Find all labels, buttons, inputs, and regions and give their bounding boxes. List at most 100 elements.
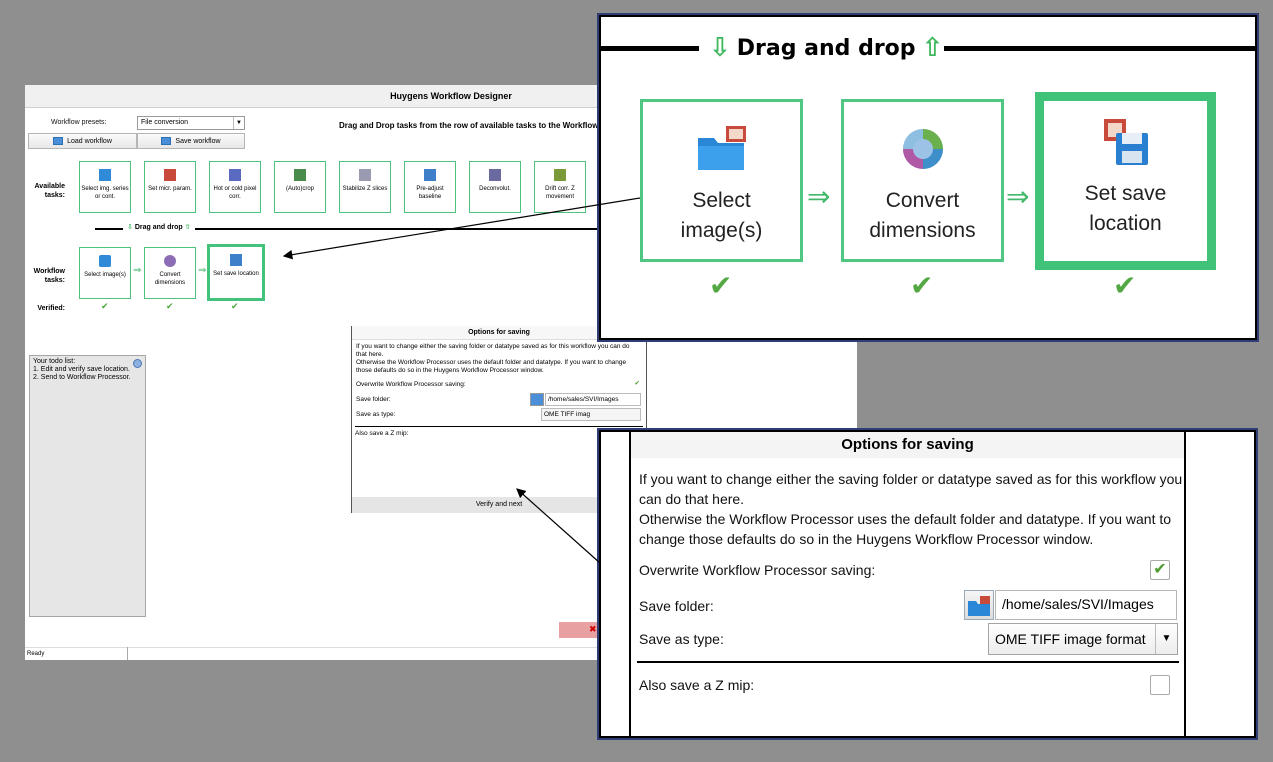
flow-arrow-icon: ⇒ (1006, 181, 1030, 212)
verified-label: Verified: (37, 305, 65, 312)
dnd-instruction: Drag and Drop tasks from the row of avai… (339, 121, 599, 130)
options-description2: Otherwise the Workflow Processor uses th… (639, 511, 1172, 547)
baseline-icon (424, 169, 436, 181)
crop-icon (294, 169, 306, 181)
available-task-label: Select img. series or cont. (81, 186, 129, 200)
zoom-divider-left (601, 46, 699, 51)
zoom-divider-right (944, 46, 1257, 51)
workflow-tile-set-save-location[interactable]: Set save location (207, 244, 265, 301)
presets-combo[interactable]: File conversion ▼ (137, 116, 245, 130)
available-task-label: Drift corr. Z movement (545, 186, 575, 200)
available-task-tile[interactable]: Stabilize Z slices (339, 161, 391, 213)
zoom-panel-border-left (629, 432, 631, 736)
overwrite-label-mini: Overwrite Workflow Processor saving: (356, 381, 466, 388)
presets-label: Workflow presets: (51, 119, 107, 126)
check-icon: ✔ (101, 301, 109, 311)
workflow-tile-convert-dimensions[interactable]: Convert dimensions (144, 247, 196, 299)
save-folder-input[interactable]: /home/sales/SVI/Images (995, 590, 1177, 620)
arrow-down-icon: ⇩ (709, 33, 731, 63)
flow-arrow-icon: ⇒ (807, 181, 831, 212)
zoom-tile-label: Select image(s) (680, 189, 763, 242)
available-task-label: Pre-adjust baseline (416, 186, 444, 200)
available-tasks-label: Available tasks: (34, 183, 65, 199)
zoom-drag-drop-panel: ⇩ Drag and drop ⇧ Select image(s) ⇒ Conv… (599, 15, 1257, 340)
options-description-mini: If you want to change either the saving … (356, 343, 630, 358)
folder-icon (968, 596, 990, 616)
zoom-tile-label: Convert dimensions (869, 189, 976, 242)
save-folder-label-mini: Save folder: (356, 396, 391, 403)
available-task-label: (Auto)crop (285, 186, 314, 192)
todo-item: 1. Edit and verify save location. (33, 366, 130, 373)
load-workflow-button[interactable]: Load workflow (28, 133, 137, 149)
stabilize-icon (359, 169, 371, 181)
save-workflow-label: Save workflow (175, 137, 221, 145)
help-icon[interactable] (133, 359, 142, 368)
available-task-label: Deconvolut. (479, 186, 511, 192)
options-description: If you want to change either the saving … (639, 471, 1183, 507)
todo-list-panel: Your todo list: 1. Edit and verify save … (29, 355, 146, 617)
todo-title: Your todo list: (33, 358, 76, 365)
arrow-up-icon: ⇧ (921, 33, 944, 63)
available-task-tile[interactable]: (Auto)crop (274, 161, 326, 213)
floppy-icon (230, 254, 242, 266)
save-type-label-mini: Save as type: (356, 411, 396, 418)
deconvolution-icon (489, 169, 501, 181)
available-task-tile[interactable]: Select img. series or cont. (79, 161, 131, 213)
check-icon: ✔ (709, 270, 733, 301)
zmip-label: Also save a Z mip: (639, 677, 755, 693)
arrow-up-icon: ⇧ (184, 224, 191, 231)
save-type-select-mini[interactable]: OME TIFF imag (541, 408, 641, 421)
check-icon: ✔ (231, 301, 239, 311)
close-icon: ✖ (589, 624, 597, 634)
available-task-tile[interactable]: Set micr. param. (144, 161, 196, 213)
convert-icon (902, 129, 943, 169)
options-title: Options for saving (631, 432, 1184, 458)
save-type-value: OME TIFF image format (995, 631, 1146, 647)
cancel-button[interactable]: ✖ (559, 622, 599, 638)
available-task-label: Hot or cold pixel corr. (213, 186, 257, 200)
presets-value: File conversion (141, 119, 189, 126)
overwrite-label: Overwrite Workflow Processor saving: (639, 562, 876, 578)
zoom-tile-label: Set save location (1084, 182, 1167, 235)
drag-drop-text: Drag and drop (134, 224, 183, 231)
pixel-correction-icon (229, 169, 241, 181)
zoom-tile-select-images[interactable]: Select image(s) (640, 99, 803, 262)
available-task-label: Set micr. param. (148, 186, 192, 192)
options-description2-mini: Otherwise the Workflow Processor uses th… (356, 359, 627, 374)
available-task-tile[interactable]: Hot or cold pixel corr. (209, 161, 261, 213)
zoom-panel-border-right (1184, 432, 1186, 736)
check-icon: ✔ (166, 301, 174, 311)
zoom-tile-set-save-location[interactable]: Set save location (1035, 92, 1216, 270)
folder-icon[interactable] (530, 393, 544, 406)
overwrite-checkbox-mini[interactable]: ✔ (635, 379, 640, 387)
folder-icon (99, 255, 111, 267)
check-icon: ✔ (910, 270, 934, 301)
zmip-checkbox[interactable] (1150, 675, 1170, 695)
check-icon: ✔ (1113, 270, 1137, 301)
workflow-tile-select-images[interactable]: Select image(s) (79, 247, 131, 299)
available-task-label: Stabilize Z slices (342, 186, 388, 192)
available-task-tile[interactable]: Drift corr. Z movement (534, 161, 586, 213)
zoom-tile-convert-dimensions[interactable]: Convert dimensions (841, 99, 1004, 262)
workflow-tasks-label: Workflow tasks: (33, 268, 65, 284)
drag-drop-mini-label: ⇩ Drag and drop ⇧ (123, 223, 195, 231)
arrow-down-icon: ⇩ (127, 224, 133, 231)
browse-folder-button[interactable] (964, 590, 994, 620)
available-task-tile[interactable]: Pre-adjust baseline (404, 161, 456, 213)
zoom-options-panel: Options for saving If you want to change… (599, 430, 1256, 738)
todo-item: 2. Send to Workflow Processor. (33, 374, 131, 381)
save-workflow-button[interactable]: Save workflow (137, 133, 245, 149)
drift-correction-icon (554, 169, 566, 181)
floppy-icon (1103, 119, 1148, 165)
available-task-tile[interactable]: Deconvolut. (469, 161, 521, 213)
overwrite-checkbox[interactable]: ✔ (1150, 560, 1170, 580)
save-folder-label: Save folder: (639, 598, 714, 614)
chevron-down-icon: ▼ (1155, 624, 1177, 654)
folder-icon (697, 126, 746, 170)
flow-arrow-icon: ⇒ (198, 265, 207, 276)
flow-arrow-icon: ⇒ (133, 265, 142, 276)
floppy-icon (161, 137, 172, 145)
save-folder-input-mini[interactable]: /home/sales/SVI/Images (545, 393, 641, 406)
save-type-select[interactable]: OME TIFF image format ▼ (988, 623, 1178, 655)
load-workflow-label: Load workflow (67, 137, 112, 145)
